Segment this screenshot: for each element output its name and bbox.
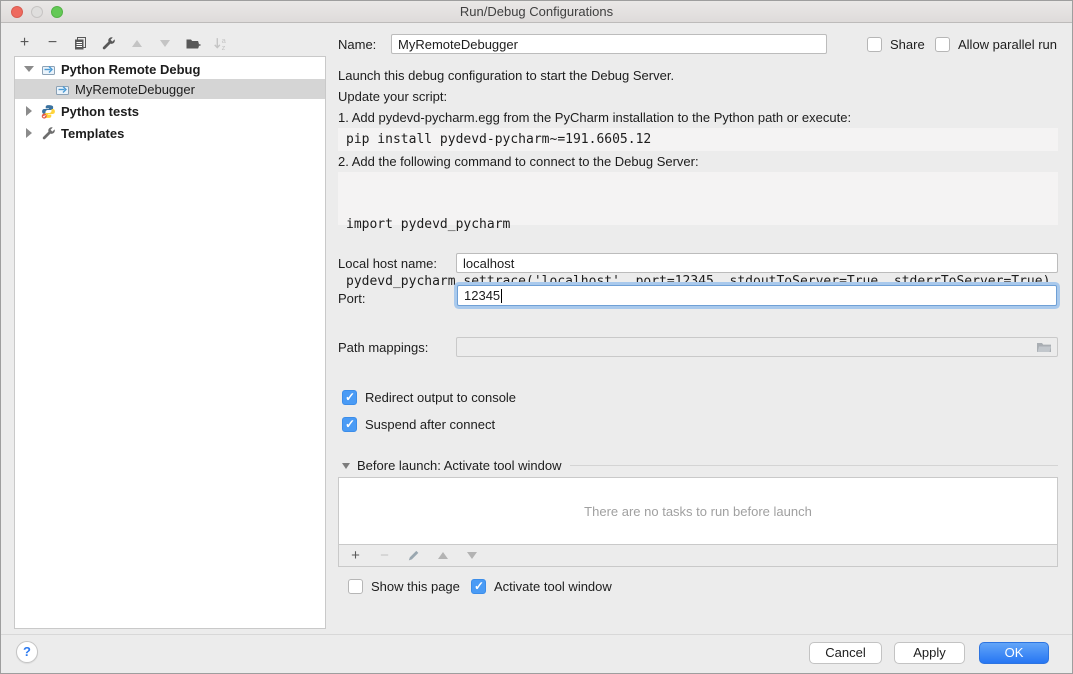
header-divider [570, 465, 1058, 466]
configurations-toolbar: + − az [17, 32, 228, 54]
move-task-up-button[interactable] [435, 548, 450, 563]
new-folder-icon [185, 36, 201, 51]
local-host-label: Local host name: [338, 254, 437, 274]
copy-icon [73, 36, 88, 51]
show-this-page-checkbox[interactable] [348, 579, 363, 594]
arrow-down-icon [467, 552, 477, 559]
zoom-window-button[interactable] [51, 6, 63, 18]
path-mappings-label: Path mappings: [338, 338, 428, 358]
sort-az-icon: az [213, 36, 228, 51]
share-checkbox[interactable] [867, 37, 882, 52]
settrace-code-line1: import pydevd_pycharm [346, 215, 1050, 234]
name-input[interactable] [391, 34, 827, 54]
allow-parallel-checkbox-row[interactable]: Allow parallel run [935, 37, 1057, 52]
before-launch-task-list[interactable]: There are no tasks to run before launch [338, 477, 1058, 545]
move-task-down-button[interactable] [464, 548, 479, 563]
share-checkbox-row[interactable]: Share [867, 37, 925, 52]
run-debug-configurations-dialog: Run/Debug Configurations + − az Python R… [0, 0, 1073, 674]
minus-icon: − [380, 549, 389, 563]
help-button[interactable]: ? [16, 641, 38, 663]
pencil-icon [407, 549, 420, 562]
footer-divider [1, 634, 1073, 635]
activate-tool-window-row[interactable]: Activate tool window [471, 579, 612, 594]
port-input[interactable]: 12345 [457, 285, 1057, 306]
plus-icon: + [20, 36, 29, 50]
empty-tasks-text: There are no tasks to run before launch [584, 504, 812, 519]
allow-parallel-run-checkbox[interactable] [935, 37, 950, 52]
chevron-right-icon[interactable] [26, 106, 32, 116]
intro-text: Launch this debug configuration to start… [338, 68, 674, 84]
arrow-down-icon [160, 40, 170, 47]
before-launch-header[interactable]: Before launch: Activate tool window [342, 458, 1058, 473]
wrench-icon [101, 36, 116, 51]
sort-configurations-button[interactable]: az [213, 36, 228, 51]
suspend-after-connect-row[interactable]: Suspend after connect [342, 417, 495, 432]
remove-configuration-button[interactable]: − [45, 36, 60, 51]
collapse-triangle-icon[interactable] [342, 463, 350, 469]
suspend-after-connect-label: Suspend after connect [365, 417, 495, 432]
move-up-button[interactable] [129, 36, 144, 51]
suspend-after-connect-checkbox[interactable] [342, 417, 357, 432]
step2-text: 2. Add the following command to connect … [338, 154, 699, 170]
cancel-button[interactable]: Cancel [809, 642, 882, 664]
arrow-up-icon [438, 552, 448, 559]
configurations-tree: Python Remote Debug MyRemoteDebugger Pyt… [14, 56, 326, 629]
create-folder-button[interactable] [185, 36, 200, 51]
redirect-output-label: Redirect output to console [365, 390, 516, 405]
settrace-code: import pydevd_pycharm pydevd_pycharm.set… [338, 172, 1058, 225]
add-configuration-button[interactable]: + [17, 36, 32, 51]
edit-templates-button[interactable] [101, 36, 116, 51]
arrow-up-icon [132, 40, 142, 47]
close-window-button[interactable] [11, 6, 23, 18]
port-value: 12345 [464, 288, 502, 304]
ok-button[interactable]: OK [979, 642, 1049, 664]
remote-debug-icon [55, 82, 70, 97]
chevron-down-icon[interactable] [24, 66, 34, 72]
chevron-right-icon[interactable] [26, 128, 32, 138]
remote-debug-icon [41, 62, 56, 77]
tree-item-label: Templates [61, 126, 124, 141]
tree-item-python-remote-debug[interactable]: Python Remote Debug [15, 59, 325, 79]
before-launch-toolbar: + − [338, 545, 1058, 567]
copy-configuration-button[interactable] [73, 36, 88, 51]
tree-item-templates[interactable]: Templates [15, 123, 325, 143]
window-title: Run/Debug Configurations [1, 1, 1072, 23]
show-this-page-label: Show this page [371, 579, 460, 594]
activate-tool-window-checkbox[interactable] [471, 579, 486, 594]
wrench-icon [41, 126, 56, 141]
remove-task-button[interactable]: − [377, 548, 392, 563]
port-label: Port: [338, 289, 365, 309]
python-tests-icon [41, 104, 56, 119]
path-mappings-input[interactable] [456, 337, 1058, 357]
titlebar[interactable]: Run/Debug Configurations [1, 1, 1072, 23]
redirect-output-checkbox[interactable] [342, 390, 357, 405]
move-down-button[interactable] [157, 36, 172, 51]
before-launch-title: Before launch: Activate tool window [357, 458, 562, 473]
minus-icon: − [48, 36, 57, 50]
redirect-output-row[interactable]: Redirect output to console [342, 390, 516, 405]
tree-item-python-tests[interactable]: Python tests [15, 101, 325, 121]
tree-item-label: Python tests [61, 104, 139, 119]
minimize-window-button[interactable] [31, 6, 43, 18]
svg-text:z: z [222, 42, 226, 50]
share-label: Share [890, 37, 925, 52]
allow-parallel-run-label: Allow parallel run [958, 37, 1057, 52]
local-host-input[interactable] [456, 253, 1058, 273]
apply-button[interactable]: Apply [894, 642, 965, 664]
name-label: Name: [338, 35, 376, 55]
step1-text: 1. Add pydevd-pycharm.egg from the PyCha… [338, 110, 851, 126]
tree-item-label: MyRemoteDebugger [75, 82, 195, 97]
tree-item-myremotedebugger[interactable]: MyRemoteDebugger [15, 79, 325, 99]
tree-item-label: Python Remote Debug [61, 62, 200, 77]
show-this-page-row[interactable]: Show this page [348, 579, 460, 594]
browse-folder-icon[interactable] [1036, 341, 1052, 354]
update-script-text: Update your script: [338, 89, 447, 105]
activate-tool-window-label: Activate tool window [494, 579, 612, 594]
add-task-button[interactable]: + [348, 548, 363, 563]
plus-icon: + [351, 549, 360, 563]
pip-install-code: pip install pydevd-pycharm~=191.6605.12 [338, 128, 1058, 151]
edit-task-button[interactable] [406, 548, 421, 563]
